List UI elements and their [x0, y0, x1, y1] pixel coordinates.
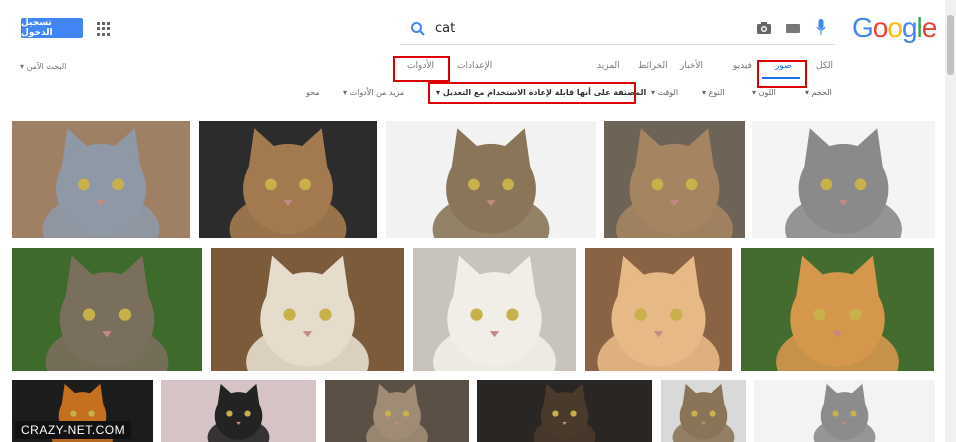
cat-photo [45, 255, 169, 371]
safesearch-label: البحث الآمن [26, 62, 67, 71]
watermark: CRAZY-NET.COM [15, 421, 132, 439]
image-result-cat-orange-books[interactable] [585, 248, 732, 371]
cat-photo [229, 128, 347, 238]
image-result-cat-yawning[interactable] [199, 121, 377, 238]
tab-maps[interactable]: الخرائط [638, 61, 668, 71]
filter-size-label: الحجم [811, 88, 832, 97]
chevron-down-icon: ▾ [20, 62, 25, 71]
filter-type-label: النوع [708, 88, 725, 97]
highlight-images-tab [757, 60, 807, 88]
filter-more-tools-label: مزيد من الأدوات [349, 88, 405, 97]
cat-photo [672, 383, 735, 442]
scrollbar-thumb[interactable] [947, 15, 954, 75]
filter-color-label: اللون [758, 88, 776, 97]
cat-photo [616, 128, 733, 238]
image-result-kitten-grey-scottish[interactable] [12, 121, 190, 238]
google-logo[interactable]: Google [852, 12, 938, 44]
image-result-cat-white-grey-2[interactable] [754, 380, 935, 442]
logo-letter: g [901, 12, 918, 43]
tab-settings[interactable]: الإعدادات [457, 61, 492, 71]
image-result-cat-tabby-lying[interactable] [386, 121, 596, 238]
filter-time[interactable]: ▾ الوقت [651, 88, 678, 97]
highlight-usage-rights [428, 82, 636, 104]
image-result-cat-black-white[interactable] [161, 380, 316, 442]
cat-photo [366, 383, 428, 442]
filter-clear[interactable]: محو [306, 88, 320, 97]
tab-videos[interactable]: فيديو [733, 61, 752, 71]
image-result-kitten-in-basket[interactable] [211, 248, 404, 371]
search-input[interactable]: cat [435, 21, 455, 36]
search-icon[interactable] [410, 21, 426, 37]
tab-news[interactable]: الأخبار [680, 61, 703, 71]
image-result-cat-grey-white[interactable] [752, 121, 935, 238]
filter-type[interactable]: ▾ النوع [702, 88, 725, 97]
cat-photo [432, 128, 550, 238]
microphone-icon[interactable] [816, 19, 826, 37]
highlight-tools-tab [393, 56, 450, 82]
image-result-cat-tabby-3[interactable] [325, 380, 469, 442]
filter-more-tools[interactable]: ▾ مزيد من الأدوات [343, 88, 404, 97]
logo-letter: e [921, 12, 938, 43]
cat-photo [433, 255, 556, 371]
logo-letter: o [887, 12, 903, 43]
tab-all[interactable]: الكل [816, 61, 833, 71]
sign-in-button[interactable]: تسجيل الدخول [21, 18, 83, 38]
cat-photo [597, 255, 720, 371]
logo-letter: G [852, 12, 874, 43]
apps-grid-icon[interactable] [97, 22, 111, 36]
image-result-cat-dark-2[interactable] [477, 380, 652, 442]
cat-photo [42, 128, 160, 238]
image-result-cat-orange-grass[interactable] [741, 248, 934, 371]
cat-photo [207, 383, 270, 442]
image-result-cat-tabby-face[interactable] [604, 121, 745, 238]
cat-photo [813, 383, 876, 442]
tab-more[interactable]: المزيد [597, 61, 620, 71]
camera-icon[interactable] [756, 21, 772, 35]
image-result-cat-small-tabby[interactable] [661, 380, 746, 442]
cat-photo [785, 128, 902, 238]
image-result-cat-in-leaves[interactable] [12, 248, 202, 371]
filter-color[interactable]: ▾ اللون [752, 88, 776, 97]
cat-photo [246, 255, 369, 371]
filter-size[interactable]: ▾ الحجم [805, 88, 832, 97]
filter-time-label: الوقت [657, 88, 679, 97]
image-result-cat-white-odd-eyes[interactable] [413, 248, 576, 371]
logo-letter: o [872, 12, 889, 43]
keyboard-icon[interactable] [786, 24, 800, 33]
safesearch-dropdown[interactable]: ▾ البحث الآمن [20, 62, 66, 71]
cat-photo [776, 255, 899, 371]
cat-photo [533, 383, 596, 442]
